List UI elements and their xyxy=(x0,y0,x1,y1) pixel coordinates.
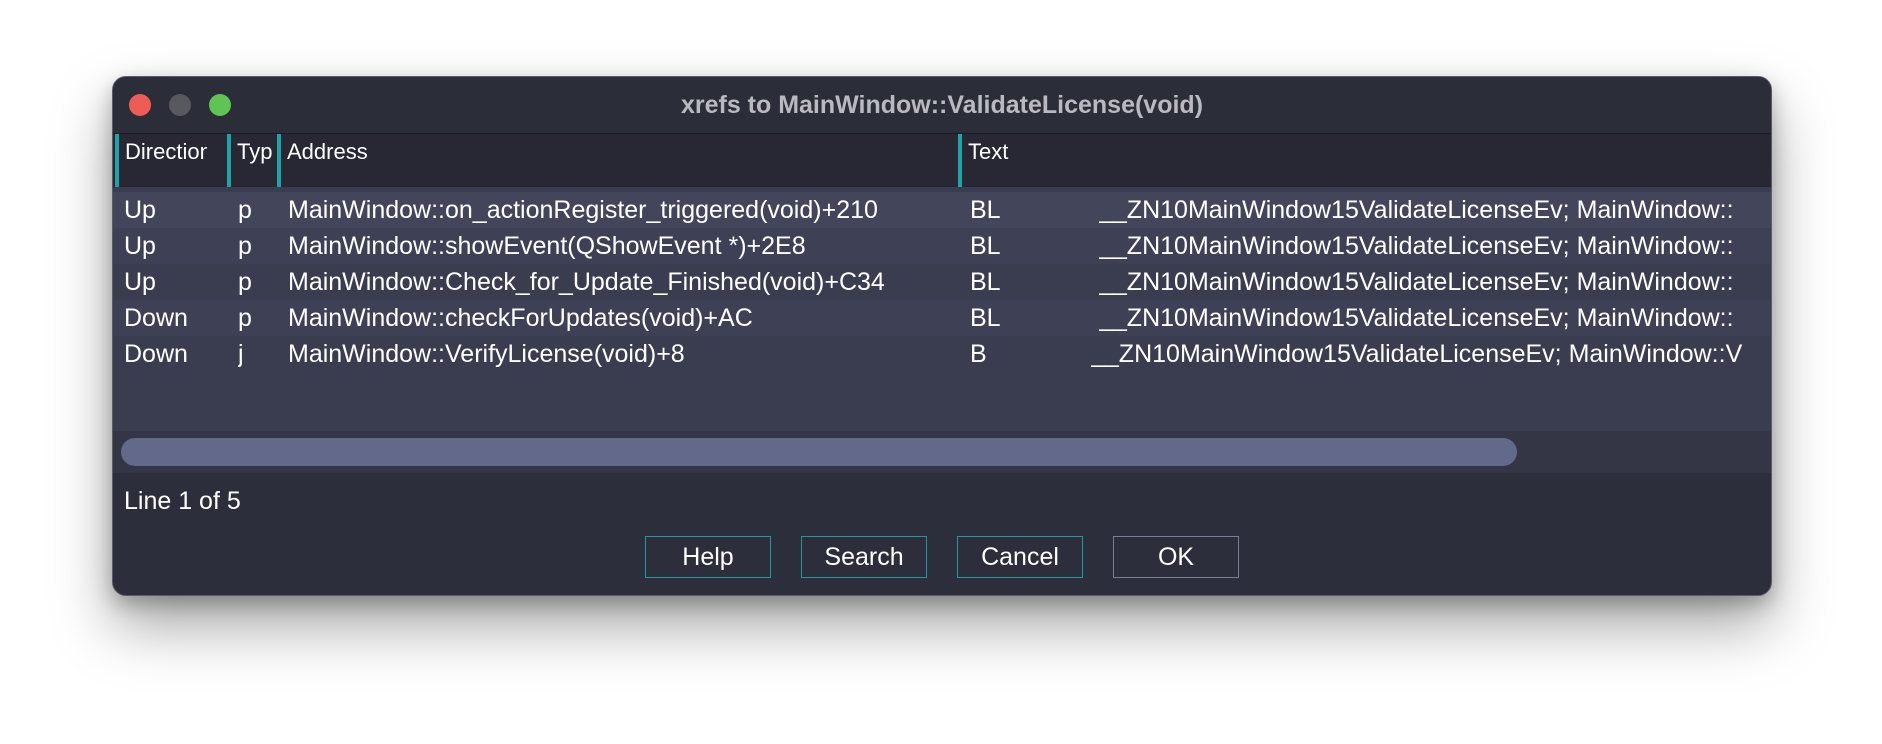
cancel-button[interactable]: Cancel xyxy=(957,536,1083,578)
table-header: Direction Typ Address Text xyxy=(113,134,1771,187)
column-header-text[interactable]: Text xyxy=(958,134,1771,187)
xrefs-table[interactable]: Direction Typ Address Text Up p MainWind… xyxy=(113,134,1771,431)
cell-text: __ZN10MainWindow15ValidateLicenseEv; Mai… xyxy=(1099,268,1734,296)
cell-type: p xyxy=(238,196,252,224)
cell-mnemonic: BL xyxy=(970,196,1001,224)
cell-mnemonic: BL xyxy=(970,268,1001,296)
help-button[interactable]: Help xyxy=(645,536,771,578)
cell-address: MainWindow::showEvent(QShowEvent *)+2E8 xyxy=(288,232,806,260)
table-row[interactable]: Up p MainWindow::on_actionRegister_trigg… xyxy=(113,192,1771,228)
ok-button[interactable]: OK xyxy=(1113,536,1239,578)
cell-direction: Up xyxy=(124,232,156,260)
cell-direction: Up xyxy=(124,268,156,296)
cell-type: p xyxy=(238,232,252,260)
cell-text: __ZN10MainWindow15ValidateLicenseEv; Mai… xyxy=(1099,304,1734,332)
horizontal-scrollbar[interactable] xyxy=(113,431,1771,473)
cell-address: MainWindow::on_actionRegister_triggered(… xyxy=(288,196,878,224)
column-header-address[interactable]: Address xyxy=(277,134,955,187)
cell-direction: Down xyxy=(124,340,188,368)
cell-address: MainWindow::VerifyLicense(void)+8 xyxy=(288,340,685,368)
cell-mnemonic: B xyxy=(970,340,987,368)
column-header-type[interactable]: Typ xyxy=(227,134,279,187)
cell-text: __ZN10MainWindow15ValidateLicenseEv; Mai… xyxy=(1091,340,1743,368)
cell-type: j xyxy=(238,340,244,368)
cell-type: p xyxy=(238,268,252,296)
horizontal-scrollbar-thumb[interactable] xyxy=(121,438,1517,466)
search-button[interactable]: Search xyxy=(801,536,927,578)
cell-type: p xyxy=(238,304,252,332)
cell-mnemonic: BL xyxy=(970,232,1001,260)
line-status: Line 1 of 5 xyxy=(124,487,241,515)
cell-mnemonic: BL xyxy=(970,304,1001,332)
cell-address: MainWindow::Check_for_Update_Finished(vo… xyxy=(288,268,885,296)
cell-address: MainWindow::checkForUpdates(void)+AC xyxy=(288,304,753,332)
cell-direction: Down xyxy=(124,304,188,332)
cell-direction: Up xyxy=(124,196,156,224)
cell-text: __ZN10MainWindow15ValidateLicenseEv; Mai… xyxy=(1099,196,1734,224)
cell-text: __ZN10MainWindow15ValidateLicenseEv; Mai… xyxy=(1099,232,1734,260)
column-header-direction[interactable]: Direction xyxy=(115,134,207,187)
table-row[interactable]: Up p MainWindow::Check_for_Update_Finish… xyxy=(113,264,1771,300)
table-row[interactable]: Down p MainWindow::checkForUpdates(void)… xyxy=(113,300,1771,336)
table-row[interactable]: Up p MainWindow::showEvent(QShowEvent *)… xyxy=(113,228,1771,264)
window-title: xrefs to MainWindow::ValidateLicense(voi… xyxy=(680,91,1204,119)
title-bar[interactable]: xrefs to MainWindow::ValidateLicense(voi… xyxy=(113,77,1771,134)
xrefs-dialog: xrefs to MainWindow::ValidateLicense(voi… xyxy=(112,76,1772,596)
table-row[interactable]: Down j MainWindow::VerifyLicense(void)+8… xyxy=(113,336,1771,372)
